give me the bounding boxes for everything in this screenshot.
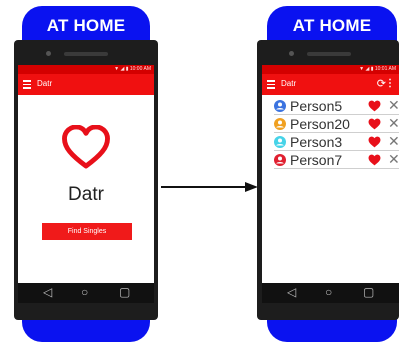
person-name: Person7 <box>290 151 343 168</box>
more-vert-icon[interactable]: ⋮ <box>385 78 395 89</box>
front-camera <box>289 51 294 56</box>
recents-square-icon[interactable]: ▢ <box>119 285 130 299</box>
home-circle-icon[interactable]: ○ <box>81 285 88 299</box>
person-avatar-icon <box>274 153 286 166</box>
front-camera <box>46 51 51 56</box>
back-triangle-icon[interactable]: ◁ <box>287 285 296 299</box>
nav-bar: ◁ ○ ▢ <box>18 283 154 303</box>
logo-text: Datr <box>68 184 104 205</box>
list-item[interactable]: Person3 ✕ <box>274 133 399 151</box>
close-x-icon[interactable]: ✕ <box>388 115 399 132</box>
close-x-icon[interactable]: ✕ <box>388 133 399 150</box>
phone-screen: ▼ ◢ ▮ 10:01 AM Datr ⟳ ⋮ Person5 ✕ Person… <box>262 65 399 283</box>
heart-icon[interactable] <box>368 118 381 130</box>
person-name: Person5 <box>290 97 343 114</box>
list-item[interactable]: Person20 ✕ <box>274 115 399 133</box>
app-title: Datr <box>37 79 53 88</box>
singles-list: Person5 ✕ Person20 ✕ Person3 ✕ Person7 ✕ <box>274 97 399 169</box>
list-item[interactable]: Person7 ✕ <box>274 151 399 169</box>
person-avatar-icon <box>274 117 286 130</box>
close-x-icon[interactable]: ✕ <box>388 151 399 168</box>
home-circle-icon[interactable]: ○ <box>325 285 332 299</box>
nav-bar: ◁ ○ ▢ <box>262 283 399 303</box>
status-time: 10:00 AM <box>129 66 151 72</box>
person-name: Person3 <box>290 133 343 150</box>
app-bar: Datr ⟳ ⋮ <box>262 74 399 95</box>
heart-icon[interactable] <box>368 100 381 112</box>
status-time: 10:01 AM <box>374 66 396 72</box>
heart-icon[interactable] <box>368 154 381 166</box>
phone-device: ▼ ◢ ▮ 10:01 AM Datr ⟳ ⋮ Person5 ✕ Person… <box>257 40 399 320</box>
speaker <box>64 52 108 56</box>
left-phone: AT HOME ▼ ◢ ▮ 10:00 AM Datr Datr Find Si… <box>14 0 158 343</box>
find-singles-button[interactable]: Find Singles <box>42 223 132 240</box>
app-title: Datr <box>281 79 297 88</box>
phone-screen: ▼ ◢ ▮ 10:00 AM Datr Datr Find Singles <box>18 65 154 283</box>
heart-icon[interactable] <box>368 136 381 148</box>
close-x-icon[interactable]: ✕ <box>388 97 399 114</box>
case-title: AT HOME <box>46 16 126 35</box>
person-name: Person20 <box>290 115 350 132</box>
case-title: AT HOME <box>292 16 372 35</box>
person-avatar-icon <box>274 135 286 148</box>
transition-arrow <box>161 182 258 192</box>
speaker <box>307 52 351 56</box>
phone-device: ▼ ◢ ▮ 10:00 AM Datr Datr Find Singles ◁ … <box>14 40 158 320</box>
right-phone: AT HOME ▼ ◢ ▮ 10:01 AM Datr ⟳ ⋮ Person5 … <box>257 0 399 343</box>
recents-square-icon[interactable]: ▢ <box>363 285 374 299</box>
status-bar: ▼ ◢ ▮ 10:01 AM <box>262 65 399 74</box>
person-avatar-icon <box>274 99 286 112</box>
status-bar: ▼ ◢ ▮ 10:00 AM <box>18 65 154 74</box>
list-item[interactable]: Person5 ✕ <box>274 97 399 115</box>
hamburger-menu-icon[interactable] <box>23 80 31 89</box>
heart-logo-icon <box>62 125 110 169</box>
hamburger-menu-icon[interactable] <box>267 80 275 89</box>
back-triangle-icon[interactable]: ◁ <box>43 285 52 299</box>
app-bar: Datr <box>18 74 154 95</box>
